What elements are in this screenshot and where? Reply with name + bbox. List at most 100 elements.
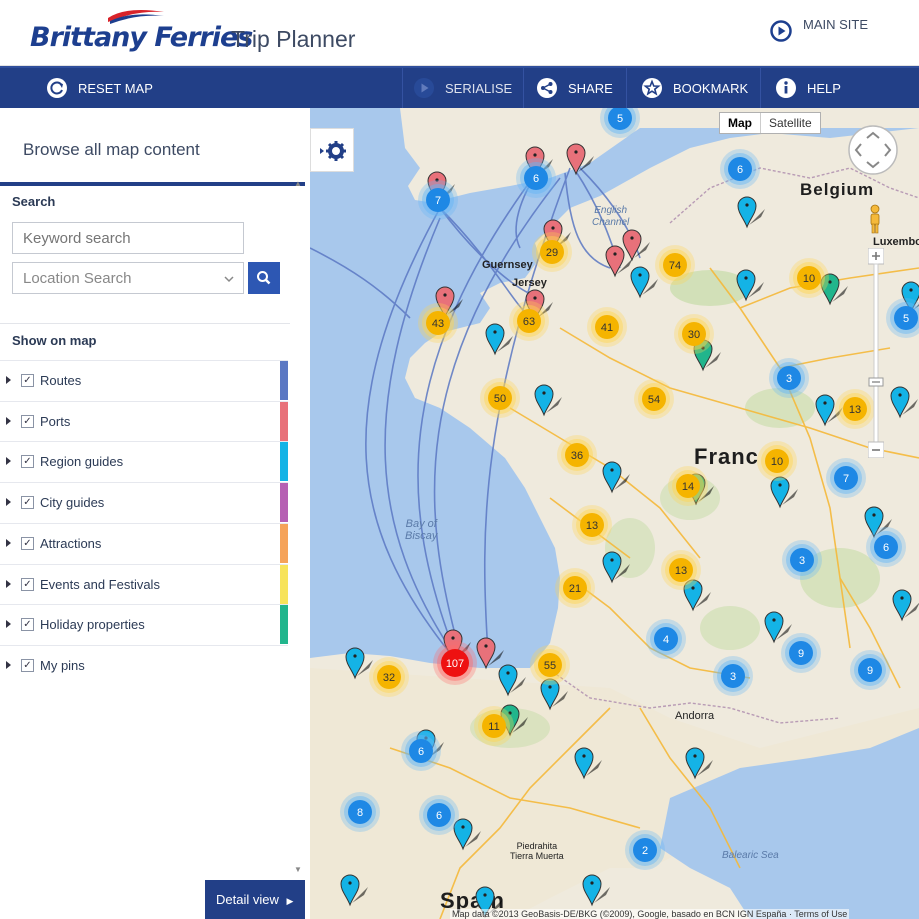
- location-search-select[interactable]: Location Search: [12, 262, 244, 294]
- cluster-marker[interactable]: 14: [668, 466, 708, 506]
- cluster-marker[interactable]: 6: [866, 527, 906, 567]
- cluster-marker[interactable]: 5: [600, 108, 640, 138]
- street-view-pegman-icon[interactable]: [868, 204, 882, 234]
- zoom-slider[interactable]: [868, 248, 884, 458]
- cluster-marker[interactable]: 6: [516, 158, 556, 198]
- layer-row[interactable]: ✓ Events and Festivals: [0, 563, 288, 604]
- expand-arrow-icon[interactable]: [6, 579, 11, 588]
- layer-checkbox[interactable]: ✓: [21, 618, 34, 632]
- cluster-marker[interactable]: 13: [572, 505, 612, 545]
- layer-checkbox[interactable]: ✓: [21, 536, 34, 550]
- cluster-marker[interactable]: 36: [557, 435, 597, 475]
- cluster-marker[interactable]: 50: [480, 378, 520, 418]
- map-pin-icon[interactable]: [498, 664, 526, 697]
- cluster-marker[interactable]: 10: [789, 258, 829, 298]
- expand-arrow-icon[interactable]: [6, 538, 11, 547]
- expand-arrow-icon[interactable]: [6, 457, 11, 466]
- cluster-marker[interactable]: 6: [720, 149, 760, 189]
- layer-row[interactable]: ✓ Attractions: [0, 522, 288, 563]
- cluster-marker[interactable]: 3: [713, 656, 753, 696]
- expand-arrow-icon[interactable]: [6, 416, 11, 425]
- map-type-map-button[interactable]: Map: [720, 113, 760, 133]
- expand-arrow-icon[interactable]: [6, 498, 11, 507]
- layer-row[interactable]: ✓ City guides: [0, 482, 288, 523]
- browse-header[interactable]: Browse all map content: [0, 126, 305, 186]
- cluster-marker[interactable]: 10: [757, 441, 797, 481]
- help-button[interactable]: HELP: [775, 68, 841, 108]
- layer-checkbox[interactable]: ✓: [21, 577, 34, 591]
- layer-checkbox[interactable]: ✓: [21, 658, 34, 672]
- layer-row[interactable]: ✓ Region guides: [0, 441, 288, 482]
- cluster-marker[interactable]: 43: [418, 303, 458, 343]
- cluster-marker[interactable]: 30: [674, 314, 714, 354]
- cluster-marker[interactable]: 7: [826, 458, 866, 498]
- layer-checkbox[interactable]: ✓: [21, 374, 34, 387]
- expand-arrow-icon[interactable]: [6, 620, 11, 629]
- map-pin-icon[interactable]: [582, 874, 610, 907]
- cluster-marker[interactable]: 55: [530, 645, 570, 685]
- map-pin-icon[interactable]: [685, 747, 713, 780]
- map-pin-icon[interactable]: [630, 266, 658, 299]
- search-button[interactable]: [248, 262, 280, 294]
- map-pin-icon[interactable]: [737, 196, 765, 229]
- map-pin-icon[interactable]: [340, 874, 368, 907]
- map-canvas[interactable]: English Channel Guernsey Jersey Bay of B…: [310, 108, 919, 919]
- cluster-marker[interactable]: 29: [532, 232, 572, 272]
- cluster-marker[interactable]: 41: [587, 307, 627, 347]
- keyword-search-input[interactable]: [12, 222, 244, 254]
- map-type-satellite-button[interactable]: Satellite: [761, 113, 820, 133]
- map-pin-icon[interactable]: [622, 229, 650, 262]
- cluster-marker[interactable]: 6: [419, 795, 459, 835]
- cluster-marker[interactable]: 9: [781, 633, 821, 673]
- map-pin-icon[interactable]: [566, 143, 594, 176]
- layer-row[interactable]: ✓ Holiday properties: [0, 604, 288, 645]
- pan-control-icon[interactable]: [847, 124, 899, 176]
- layer-row[interactable]: ✓ Ports: [0, 400, 288, 441]
- map-pin-icon[interactable]: [453, 818, 481, 851]
- cluster-marker[interactable]: 7: [418, 180, 458, 220]
- cluster-marker[interactable]: 4: [646, 619, 686, 659]
- map-pin-icon[interactable]: [476, 637, 504, 670]
- brittany-ferries-logo[interactable]: Brittany Ferries: [30, 8, 253, 58]
- bookmark-button[interactable]: BOOKMARK: [641, 68, 748, 108]
- map-pin-icon[interactable]: [345, 647, 373, 680]
- cluster-marker[interactable]: 21: [555, 568, 595, 608]
- sidebar-scrollbar[interactable]: [291, 178, 305, 878]
- layer-row[interactable]: ✓ Routes: [0, 360, 288, 400]
- cluster-marker[interactable]: 63: [509, 301, 549, 341]
- reset-map-button[interactable]: RESET MAP: [46, 68, 153, 108]
- cluster-marker[interactable]: 2: [625, 830, 665, 870]
- scroll-up-arrow-icon[interactable]: ▲: [294, 179, 302, 188]
- cluster-marker[interactable]: 74: [655, 245, 695, 285]
- layer-checkbox[interactable]: ✓: [21, 414, 34, 428]
- map-pin-icon[interactable]: [736, 269, 764, 302]
- map-pin-icon[interactable]: [770, 476, 798, 509]
- share-button[interactable]: SHARE: [536, 68, 613, 108]
- expand-arrow-icon[interactable]: [6, 376, 11, 384]
- layer-checkbox[interactable]: ✓: [21, 455, 34, 469]
- cluster-marker[interactable]: 54: [634, 379, 674, 419]
- cluster-marker[interactable]: 5: [886, 298, 919, 338]
- layer-checkbox[interactable]: ✓: [21, 496, 34, 510]
- map-pin-icon[interactable]: [892, 589, 919, 622]
- cluster-marker[interactable]: 6: [401, 731, 441, 771]
- cluster-marker[interactable]: 11: [474, 706, 514, 746]
- detail-view-button[interactable]: Detail view ▶: [205, 880, 305, 919]
- cluster-marker[interactable]: 107: [433, 641, 477, 685]
- serialise-button[interactable]: SERIALISE: [413, 68, 512, 108]
- map-pin-icon[interactable]: [485, 323, 513, 356]
- layer-row[interactable]: ✓ My pins: [0, 644, 288, 685]
- cluster-marker[interactable]: 13: [661, 550, 701, 590]
- cluster-marker[interactable]: 8: [340, 792, 380, 832]
- expand-arrow-icon[interactable]: [6, 660, 11, 669]
- map-pin-icon[interactable]: [764, 611, 792, 644]
- map-pin-icon[interactable]: [534, 384, 562, 417]
- map-pin-icon[interactable]: [574, 747, 602, 780]
- map-pin-icon[interactable]: [602, 461, 630, 494]
- cluster-marker[interactable]: 9: [850, 650, 890, 690]
- cluster-marker[interactable]: 3: [769, 358, 809, 398]
- scroll-down-arrow-icon[interactable]: ▼: [294, 865, 302, 874]
- map-pin-icon[interactable]: [890, 386, 918, 419]
- map-pin-icon[interactable]: [602, 551, 630, 584]
- cluster-marker[interactable]: 32: [369, 657, 409, 697]
